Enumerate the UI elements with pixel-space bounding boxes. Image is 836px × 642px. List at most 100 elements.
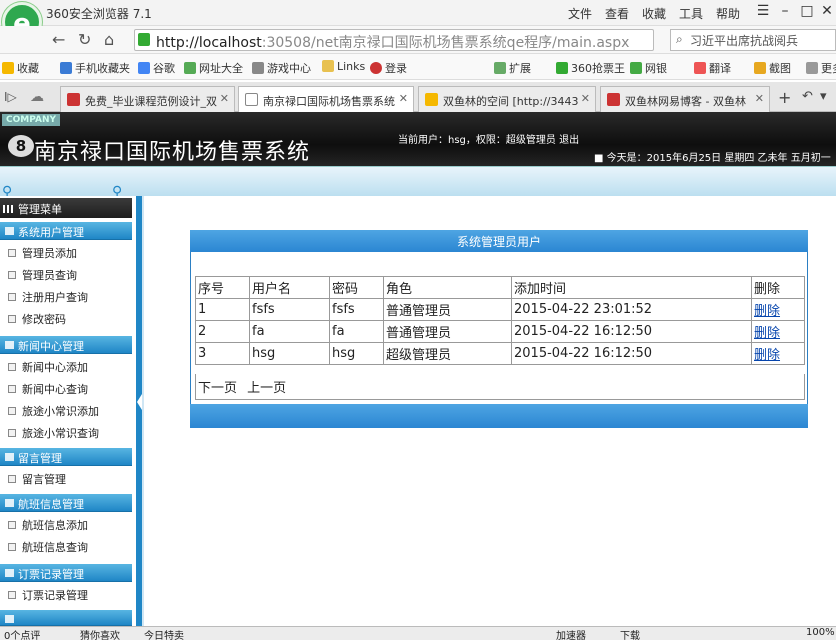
address-text[interactable]: http://localhost:30508/net南京禄口国际机场售票系统qe…	[156, 32, 629, 52]
sidebar-item-tips-query[interactable]: 旅途小常识查询	[0, 422, 132, 444]
fav-hao[interactable]: 网址大全	[184, 60, 243, 76]
sidebar-item-booking-manage[interactable]: 订票记录管理	[0, 584, 132, 606]
home-icon[interactable]: ⌂	[104, 30, 114, 49]
sidebar-item-tips-add[interactable]: 旅途小常识添加	[0, 400, 132, 422]
fav-star[interactable]: 收藏	[2, 60, 39, 76]
cell-added: 2015-04-22 23:01:52	[511, 298, 752, 321]
search-icon[interactable]: ⌕	[676, 32, 683, 47]
sidebar-section-bookings[interactable]: 订票记录管理	[0, 564, 132, 582]
sidebar-item-flight-query[interactable]: 航班信息查询	[0, 536, 132, 558]
collapse-arrow-icon[interactable]	[137, 394, 142, 410]
refresh-icon[interactable]: ↻	[78, 30, 91, 49]
sidebar-section-messages[interactable]: 留言管理	[0, 448, 132, 466]
browser-title: 360安全浏览器 7.1	[46, 7, 152, 21]
pager: 下一页 上一页	[195, 374, 805, 400]
sidebar-item-admin-query[interactable]: 管理员查询	[0, 264, 132, 286]
header-strip	[0, 166, 836, 196]
table-row: 1 fsfs fsfs 普通管理员 2015-04-22 23:01:52 删除	[195, 298, 805, 321]
status-bar	[0, 626, 836, 640]
col-delete: 删除	[751, 276, 805, 299]
sidebar-item-admin-add[interactable]: 管理员添加	[0, 242, 132, 264]
tab-list-icon[interactable]: ▾	[820, 89, 827, 104]
cell-password: fsfs	[329, 298, 384, 321]
menu-icon[interactable]: ☰	[752, 3, 774, 21]
cell-no: 1	[195, 298, 250, 321]
cell-no: 3	[195, 342, 250, 365]
fav-screenshot[interactable]: 截图	[754, 60, 791, 76]
search-text[interactable]: 习近平出席抗战阅兵	[690, 32, 798, 49]
system-logo-icon: 8	[8, 135, 34, 157]
cell-role: 普通管理员	[383, 298, 512, 321]
close-window-icon[interactable]: ✕	[816, 3, 836, 21]
col-role: 角色	[383, 276, 512, 299]
menu-file[interactable]: 文件	[568, 5, 592, 22]
grid-icon	[3, 205, 13, 213]
delete-link[interactable]: 删除	[754, 348, 780, 363]
col-password: 密码	[329, 276, 384, 299]
fav-links[interactable]: Links	[322, 60, 365, 73]
cell-username: fa	[249, 320, 330, 343]
prev-page-link[interactable]: 上一页	[247, 381, 286, 396]
sidebar-section-news[interactable]: 新闻中心管理	[0, 336, 132, 354]
table-row: 3 hsg hsg 超级管理员 2015-04-22 16:12:50 删除	[195, 342, 805, 365]
sidebar-toggle-icon[interactable]: I▷	[4, 90, 17, 104]
sidebar-item-flight-add[interactable]: 航班信息添加	[0, 514, 132, 536]
secure-shield-icon	[138, 33, 150, 46]
cell-delete: 删除	[751, 342, 805, 365]
cell-role: 普通管理员	[383, 320, 512, 343]
delete-link[interactable]: 删除	[754, 304, 780, 319]
date-info: ■ 今天是：2015年6月25日 星期四 乙未年 五月初一	[594, 153, 831, 164]
fav-login[interactable]: 登录	[370, 60, 407, 76]
fav-bank[interactable]: 网银	[630, 60, 667, 76]
panel-title: 系统管理员用户	[190, 230, 808, 252]
sidebar-item-news-query[interactable]: 新闻中心查询	[0, 378, 132, 400]
system-name: 南京禄口国际机场售票系统	[34, 140, 311, 165]
cell-username: hsg	[249, 342, 330, 365]
admin-table: 序号 用户名 密码 角色 添加时间 删除 1 fsfs fsfs 普通管理员 2…	[195, 276, 805, 365]
tab-2-active[interactable]: 南京禄口国际机场售票系统 ✕	[238, 86, 414, 112]
sidebar-item-change-password[interactable]: 修改密码	[0, 308, 132, 330]
cloud-icon[interactable]: ☁	[30, 89, 44, 105]
next-page-link[interactable]: 下一页	[198, 381, 237, 396]
menu-view[interactable]: 查看	[605, 5, 629, 22]
sidebar-title: 管理菜单	[0, 198, 132, 218]
sidebar-item-message-manage[interactable]: 留言管理	[0, 468, 132, 490]
fav-google[interactable]: 谷歌	[138, 60, 175, 76]
tab-4[interactable]: 双鱼林网易博客 - 双鱼林 ✕	[600, 86, 770, 112]
minimize-icon[interactable]: –	[774, 3, 796, 21]
back-icon[interactable]: ←	[52, 30, 65, 49]
fav-ticket[interactable]: 360抢票王	[556, 60, 625, 76]
fav-games[interactable]: 游戏中心	[252, 60, 311, 76]
user-info[interactable]: 当前用户：hsg，权限：超级管理员 退出	[398, 134, 608, 147]
tab-1[interactable]: 免费_毕业课程范例设计_双 ✕	[60, 86, 235, 112]
sidebar-section-partial	[0, 610, 132, 626]
tab-3[interactable]: 双鱼林的空间 [http://3443 ✕	[418, 86, 596, 112]
restore-tab-icon[interactable]: ↶	[802, 89, 813, 104]
status-zoom[interactable]: 100%	[806, 627, 835, 638]
cell-added: 2015-04-22 16:12:50	[511, 342, 752, 365]
fav-mobile[interactable]: 手机收藏夹	[60, 60, 130, 76]
table-header-row: 序号 用户名 密码 角色 添加时间 删除	[195, 276, 805, 299]
panel-footer	[190, 404, 808, 428]
maximize-icon[interactable]: □	[796, 3, 818, 21]
menu-tools[interactable]: 工具	[679, 5, 703, 22]
col-no: 序号	[195, 276, 250, 299]
cell-password: hsg	[329, 342, 384, 365]
cell-delete: 删除	[751, 320, 805, 343]
fav-translate[interactable]: 翻译	[694, 60, 731, 76]
col-added: 添加时间	[511, 276, 752, 299]
sidebar-section-users[interactable]: 系统用户管理	[0, 222, 132, 240]
menu-help[interactable]: 帮助	[716, 5, 740, 22]
sidebar-item-news-add[interactable]: 新闻中心添加	[0, 356, 132, 378]
fav-extensions[interactable]: 扩展	[494, 60, 531, 76]
sidebar-section-flights[interactable]: 航班信息管理	[0, 494, 132, 512]
company-label: COMPANY	[2, 114, 60, 126]
delete-link[interactable]: 删除	[754, 326, 780, 341]
cell-role: 超级管理员	[383, 342, 512, 365]
cell-username: fsfs	[249, 298, 330, 321]
new-tab-icon[interactable]: +	[778, 88, 791, 107]
fav-more[interactable]: 更多	[806, 60, 836, 76]
sidebar-item-user-query[interactable]: 注册用户查询	[0, 286, 132, 308]
cell-delete: 删除	[751, 298, 805, 321]
menu-favorites[interactable]: 收藏	[642, 5, 666, 22]
